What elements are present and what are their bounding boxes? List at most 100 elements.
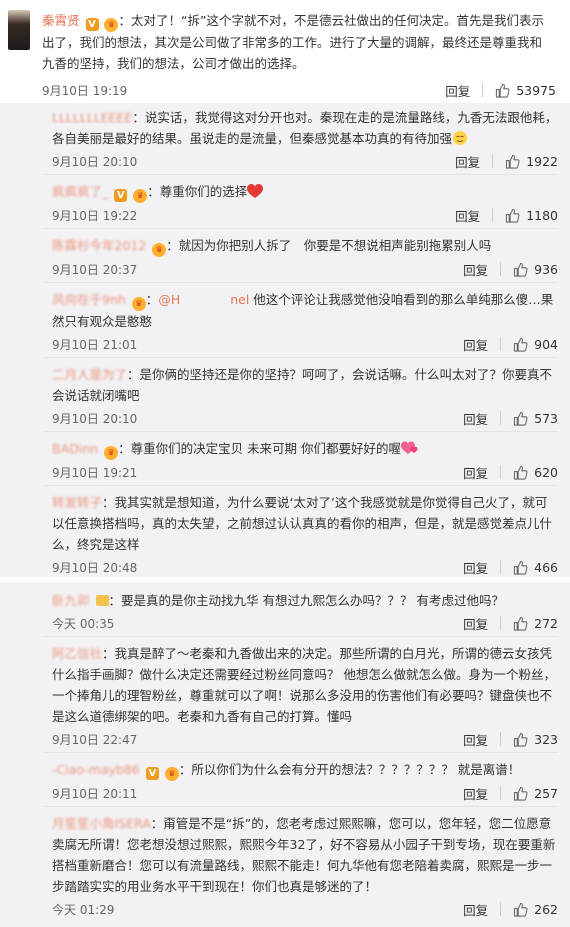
- reply-item: LLLLLLLEEEE：说实话，我觉得这对分开也对。秦现在走的是流量路线，九香无…: [44, 107, 558, 175]
- comment-time: 9月10日 19:19: [42, 84, 128, 98]
- reply-author[interactable]: -Ciao-mayb86: [52, 762, 140, 777]
- reply-item: BADinn ♛ ：尊重你们的决定宝贝 未来可期 你们都要好好的喔 9月10日 1…: [44, 438, 558, 486]
- reply-text: ：我其实就是想知道，为什么要说‘太对了’这个我感觉就是你觉得自己火了，就可以任意…: [52, 495, 553, 552]
- reply-item: 转发转子：我其实就是想知道，为什么要说‘太对了’这个我感觉就是你觉得自己火了，就…: [44, 492, 558, 577]
- reply-time: 9月10日 20:11: [52, 787, 138, 801]
- sweat-smile-emoji: [453, 131, 468, 145]
- reply-button[interactable]: 回复: [445, 81, 470, 100]
- reply-body: 二月人是为了：是你俩的坚持还是你的坚持？呵呵了，会说话嘛。什么叫太对了？你要真不…: [44, 364, 558, 406]
- reply-text: ：所以你们为什么会有分开的想法？？？？？？？ 就是离谱！: [178, 762, 521, 777]
- reply-actions: 回复 257: [463, 783, 558, 803]
- reply-list: LLLLLLLEEEE：说实话，我觉得这对分开也对。秦现在走的是流量路线，九香无…: [44, 107, 558, 577]
- reply-button[interactable]: 回复: [463, 900, 488, 919]
- reply-footer: 9月10日 20:10 回复 573: [44, 408, 558, 430]
- reply-button[interactable]: 回复: [463, 409, 488, 428]
- reply-button[interactable]: 回复: [463, 260, 488, 279]
- reply-time: 今天 00:35: [52, 617, 115, 631]
- reply-separator: [44, 485, 558, 486]
- divider: [500, 337, 502, 351]
- like-button[interactable]: 936: [513, 262, 558, 277]
- reply-text: ：就因为你把别人拆了 你要是不想说相声能别拖累别人吗: [166, 238, 492, 253]
- like-button[interactable]: 53975: [495, 83, 556, 98]
- reply-time: 9月10日 20:37: [52, 263, 138, 277]
- fan-level-icon: ♛: [164, 767, 179, 781]
- reply-button[interactable]: 回复: [455, 152, 480, 171]
- reply-body: LLLLLLLEEEE：说实话，我觉得这对分开也对。秦现在走的是流量路线，九香无…: [44, 107, 558, 149]
- like-button[interactable]: 904: [513, 337, 558, 352]
- divider: [482, 83, 484, 97]
- reply-button[interactable]: 回复: [463, 730, 488, 749]
- reply-body: 月笙笙小角ISERA：甭管是不是“拆”的，您老考虑过熙熙嘛，您可以，您年轻，您二…: [44, 813, 558, 897]
- reply-body: 卧九卯 ：要是真的是你主动找九华 有想过九熙怎么办吗？？？ 有考虑过他吗？: [44, 590, 558, 611]
- reply-footer: 9月10日 19:21 回复 620: [44, 462, 558, 484]
- reply-actions: 回复 272: [463, 613, 558, 633]
- like-count: 262: [534, 901, 558, 917]
- avatar[interactable]: [8, 10, 30, 50]
- thumbs-up-icon: [514, 560, 528, 575]
- reply-time: 9月10日 21:01: [52, 338, 138, 352]
- reply-author[interactable]: 转发转子: [52, 495, 102, 510]
- reply-text: 他这个评论让我感觉他没咱看到的那么单纯那么傻…果然只有观众是憨憨: [52, 292, 554, 329]
- reply-actions: 回复 620: [463, 462, 558, 482]
- like-button[interactable]: 620: [513, 465, 558, 480]
- reply-body: 阿乙信社：我真是醉了～老秦和九香做出来的决定。那些所谓的白月光，所谓的德云女孩凭…: [44, 643, 558, 727]
- reply-text: ：是你俩的坚持还是你的坚持？呵呵了，会说话嘛。什么叫太对了？你要真不会说话就闭嘴…: [52, 367, 553, 403]
- reply-button[interactable]: 回复: [455, 206, 480, 225]
- like-button[interactable]: 323: [513, 732, 558, 747]
- reply-button[interactable]: 回复: [463, 614, 488, 633]
- reply-author[interactable]: 月笙笙小角ISERA: [52, 816, 151, 831]
- reply-actions: 回复 573: [463, 408, 558, 428]
- reply-actions: 回复 262: [463, 899, 558, 919]
- divider: [500, 616, 502, 630]
- reply-separator: [44, 282, 558, 283]
- mention-link[interactable]: @H nel: [158, 292, 249, 307]
- reply-body: 转发转子：我其实就是想知道，为什么要说‘太对了’这个我感觉就是你觉得自己火了，就…: [44, 492, 558, 555]
- reply-author[interactable]: BADinn: [52, 441, 98, 456]
- fan-level-icon: ♛: [152, 243, 167, 257]
- reply-button[interactable]: 回复: [463, 558, 488, 577]
- like-button[interactable]: 466: [513, 560, 558, 575]
- reply-item: -Ciao-mayb86 V ♛ ：所以你们为什么会有分开的想法？？？？？？？ 就…: [44, 759, 558, 807]
- reply-separator: [44, 752, 558, 753]
- like-button[interactable]: 1180: [505, 208, 558, 223]
- reply-time: 今天 01:29: [52, 903, 115, 917]
- reply-footer: 9月10日 21:01 回复 904: [44, 334, 558, 356]
- reply-text: ：尊重你们的选择: [147, 184, 248, 199]
- reply-author[interactable]: 风向在于9nh: [52, 292, 126, 307]
- comment-panel-2: 卧九卯 ：要是真的是你主动找九华 有想过九熙怎么办吗？？？ 有考虑过他吗？ 今天…: [0, 582, 570, 927]
- like-button[interactable]: 573: [513, 411, 558, 426]
- reply-separator: [44, 431, 558, 432]
- divider: [500, 411, 502, 425]
- like-count: 53975: [516, 82, 556, 98]
- divider: [500, 560, 502, 574]
- like-count: 257: [534, 785, 558, 801]
- reply-time: 9月10日 20:10: [52, 412, 138, 426]
- like-button[interactable]: 272: [513, 616, 558, 631]
- reply-author[interactable]: 卧九卯: [52, 593, 90, 608]
- reply-separator: [44, 636, 558, 637]
- reply-author[interactable]: 阿乙信社: [52, 646, 102, 661]
- reply-author[interactable]: 二月人是为了: [52, 367, 127, 382]
- reply-actions: 回复 904: [463, 334, 558, 354]
- reply-button[interactable]: 回复: [463, 784, 488, 803]
- reply-button[interactable]: 回复: [463, 463, 488, 482]
- like-button[interactable]: 262: [513, 902, 558, 917]
- reply-text: ：要是真的是你主动找九华 有想过九熙怎么办吗？？？ 有考虑过他吗？: [108, 593, 504, 608]
- like-button[interactable]: 1922: [505, 154, 558, 169]
- like-button[interactable]: 257: [513, 786, 558, 801]
- main-comment-author[interactable]: 秦霄贤: [42, 13, 80, 28]
- reply-author[interactable]: LLLLLLLEEEE: [52, 110, 132, 125]
- reply-body: 风向在于9nh ♛ ：@H nel 他这个评论让我感觉他没咱看到的那么单纯那么傻……: [52, 292, 554, 329]
- reply-text: ：尊重你们的决定宝贝 未来可期 你们都要好好的喔: [118, 441, 402, 456]
- reply-item: 疯疯疯了_ V ♛ ：尊重你们的选择 9月10日 19:22 回复 1180: [44, 181, 558, 229]
- reply-time: 9月10日 19:22: [52, 209, 138, 223]
- reply-footer: 9月10日 20:10 回复 1922: [44, 151, 558, 173]
- thumbs-up-icon: [514, 786, 528, 801]
- divider: [492, 154, 494, 168]
- reply-button[interactable]: 回复: [463, 335, 488, 354]
- reply-actions: 回复 936: [463, 259, 558, 279]
- reply-item: 月笙笙小角ISERA：甭管是不是“拆”的，您老考虑过熙熙嘛，您可以，您年轻，您二…: [44, 813, 558, 921]
- reply-separator: [44, 357, 558, 358]
- reply-author[interactable]: 疯疯疯了_: [52, 184, 108, 199]
- reply-author[interactable]: 陈霖杉今年2012: [52, 238, 146, 253]
